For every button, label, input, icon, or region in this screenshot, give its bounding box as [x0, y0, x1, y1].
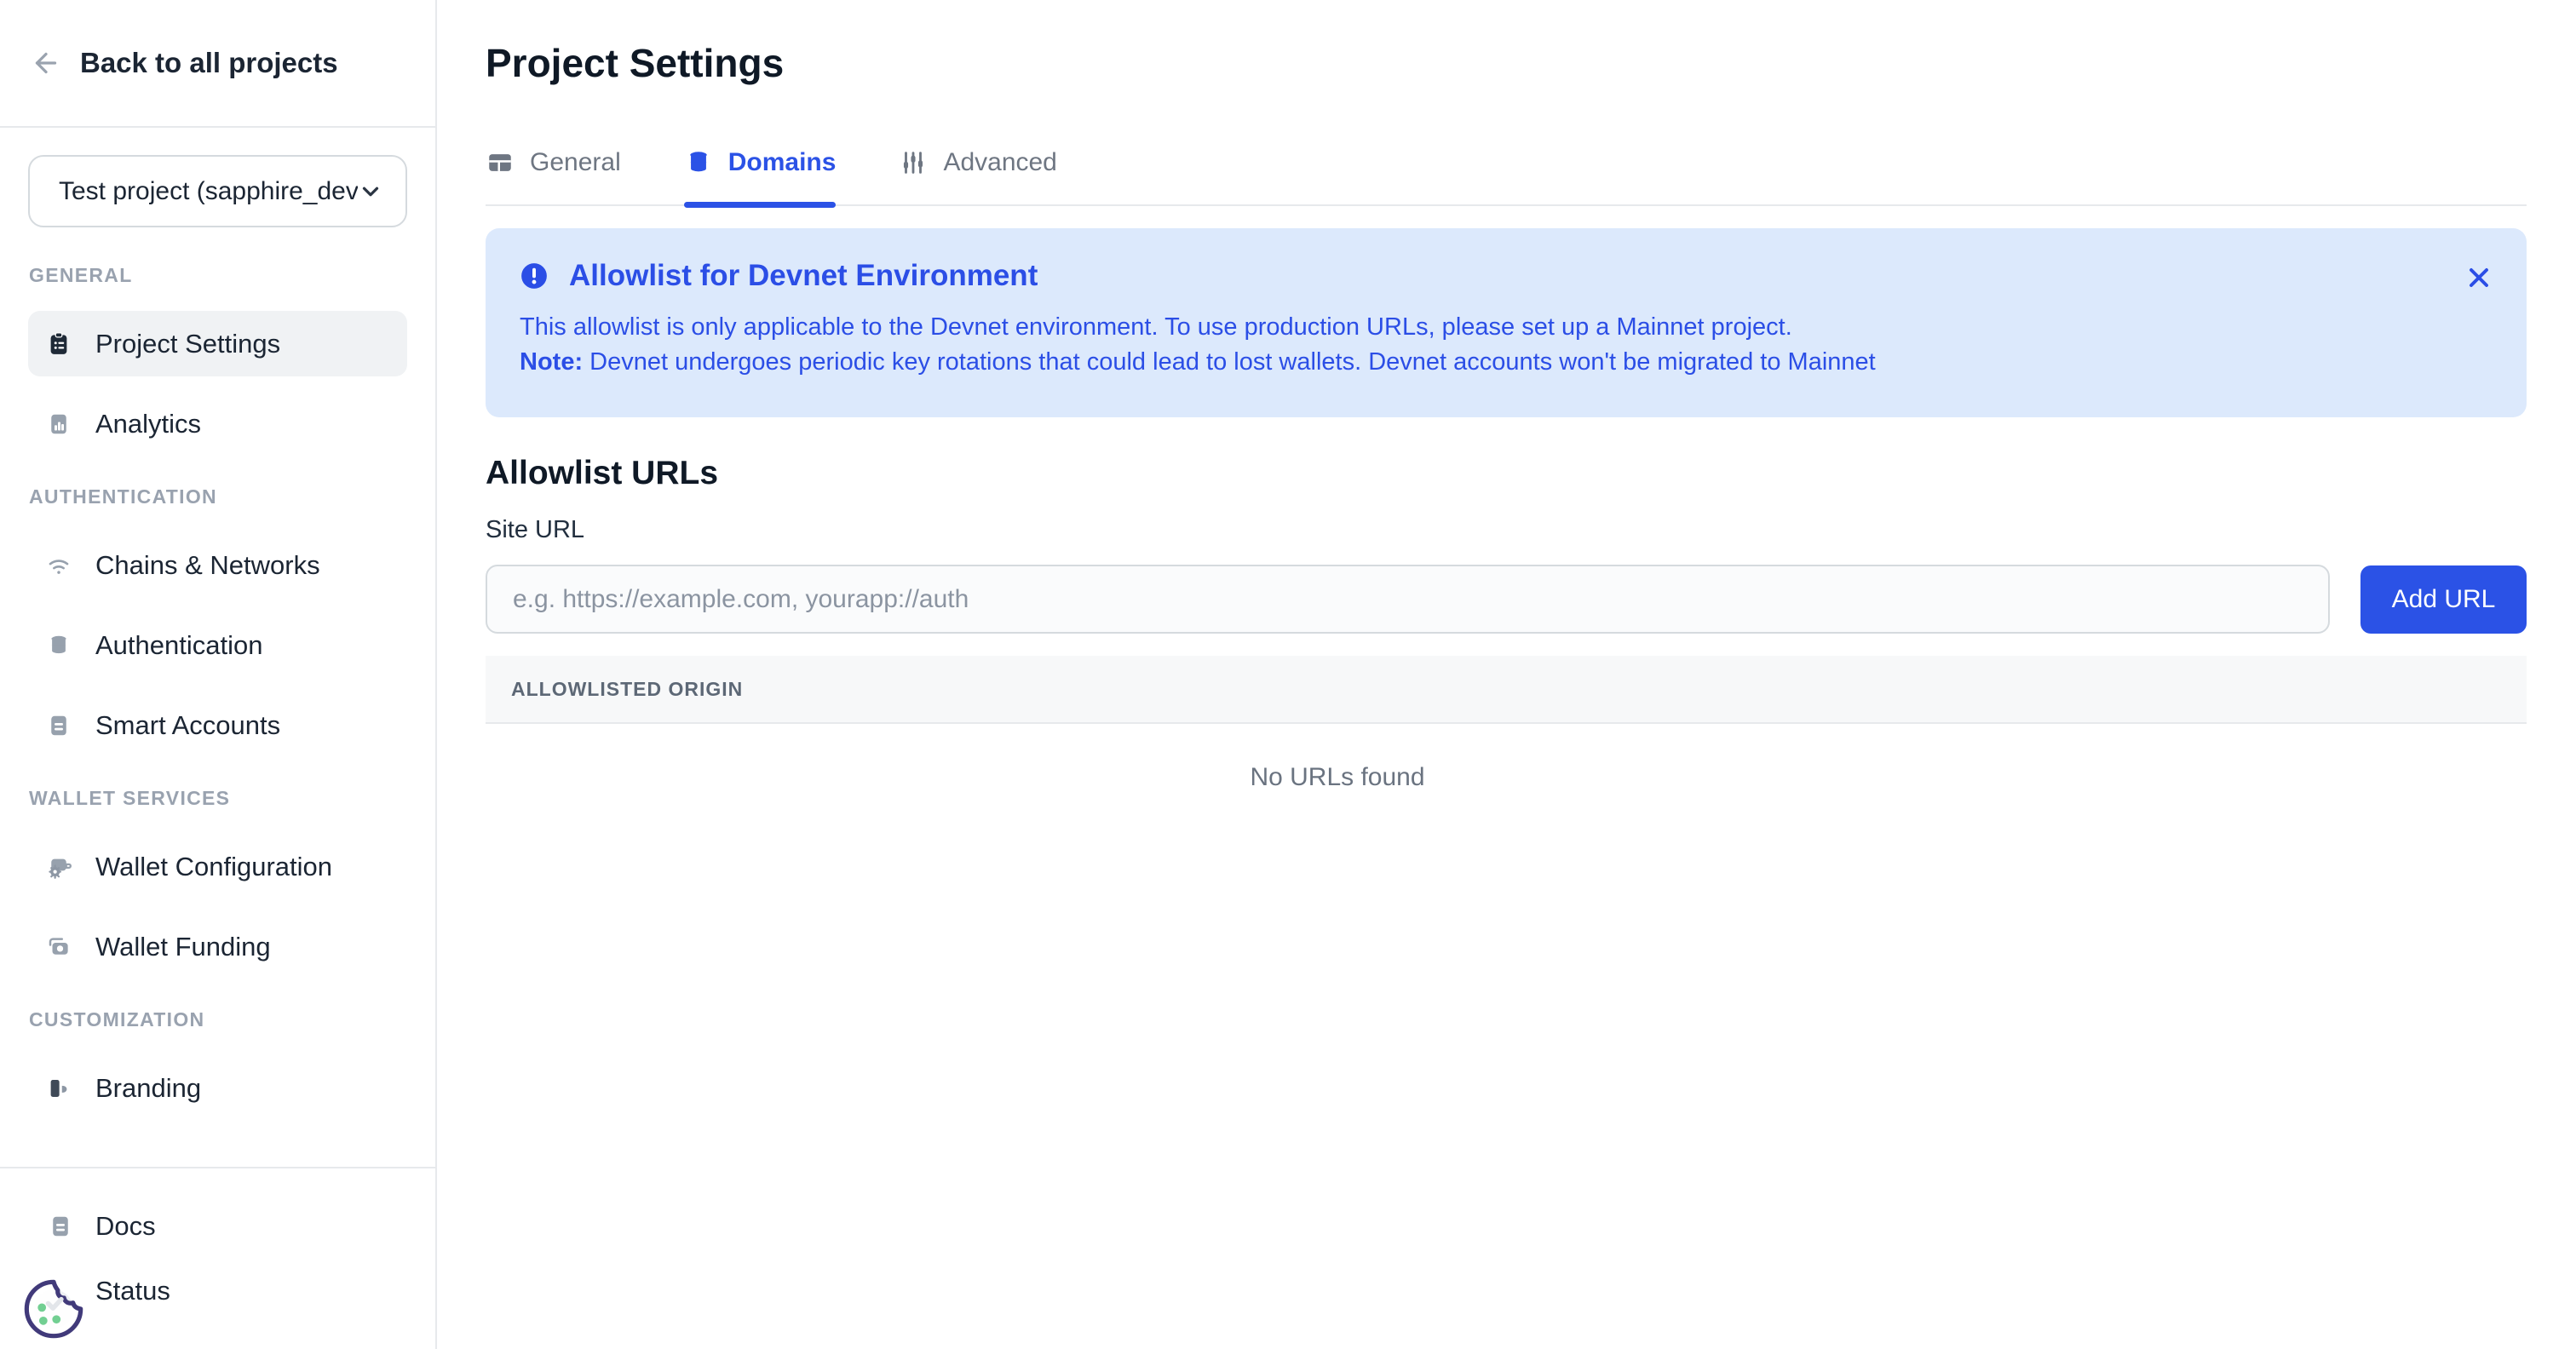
page-title: Project Settings — [486, 41, 2527, 85]
sidebar-item-authentication[interactable]: Authentication — [28, 612, 407, 678]
sidebar-item-label: Wallet Funding — [95, 932, 271, 962]
sliders-icon — [899, 148, 928, 177]
wifi-icon — [46, 553, 72, 578]
banner-close-button[interactable] — [2462, 261, 2496, 295]
add-url-button[interactable]: Add URL — [2360, 565, 2527, 634]
tab-advanced[interactable]: Advanced — [899, 148, 1056, 204]
sidebar-item-project-settings[interactable]: Project Settings — [28, 311, 407, 376]
document-icon — [48, 1214, 73, 1239]
banner-note-label: Note: — [520, 348, 583, 376]
tab-label: General — [530, 148, 621, 177]
tab-bar: General Domains Advanced — [486, 148, 2527, 206]
site-url-row: Add URL — [486, 565, 2527, 634]
sidebar-item-label: Analytics — [95, 409, 201, 439]
chevron-down-icon — [358, 179, 383, 204]
back-to-projects-label: Back to all projects — [80, 47, 338, 79]
project-selector-value: Test project (sapphire_dev) — [59, 177, 358, 206]
tab-label: Advanced — [943, 148, 1056, 177]
arrow-left-icon — [31, 48, 61, 78]
sidebar-scroll-area[interactable]: Test project (sapphire_dev) GENERAL Proj… — [0, 128, 435, 1121]
allowlisted-origin-column-header: ALLOWLISTED ORIGIN — [511, 678, 743, 701]
section-label-general: GENERAL — [29, 264, 407, 287]
sidebar-item-wallet-configuration[interactable]: Wallet Configuration — [28, 834, 407, 899]
sidebar-item-analytics[interactable]: Analytics — [28, 391, 407, 456]
section-label-authentication: AUTHENTICATION — [29, 485, 407, 508]
section-label-customization: CUSTOMIZATION — [29, 1008, 407, 1031]
section-label-wallet-services: WALLET SERVICES — [29, 787, 407, 810]
docs-link[interactable]: Docs — [28, 1194, 407, 1259]
sidebar-item-smart-accounts[interactable]: Smart Accounts — [28, 692, 407, 758]
sidebar-item-chains-networks[interactable]: Chains & Networks — [28, 532, 407, 598]
tab-label: Domains — [728, 148, 837, 177]
tab-domains[interactable]: Domains — [684, 148, 837, 204]
allowlist-table-header: ALLOWLISTED ORIGIN — [486, 656, 2527, 724]
banner-line-1: This allowlist is only applicable to the… — [520, 310, 2424, 345]
sidebar-item-label: Authentication — [95, 630, 262, 661]
status-label: Status — [95, 1276, 170, 1306]
sidebar-item-label: Wallet Configuration — [95, 852, 332, 882]
banner-title: Allowlist for Devnet Environment — [569, 259, 1038, 293]
banner-body: This allowlist is only applicable to the… — [520, 310, 2424, 380]
sidebar-item-label: Branding — [95, 1073, 201, 1104]
sidebar: Back to all projects Test project (sapph… — [0, 0, 437, 1349]
sidebar-item-label: Project Settings — [95, 329, 280, 359]
allowlist-heading: Allowlist URLs — [486, 455, 2527, 492]
sidebar-item-label: Chains & Networks — [95, 550, 320, 581]
branding-icon — [46, 1076, 72, 1101]
document-icon — [46, 713, 72, 738]
site-url-label: Site URL — [486, 516, 2527, 544]
clipboard-icon — [46, 331, 72, 357]
database-icon — [46, 633, 72, 658]
sidebar-item-wallet-funding[interactable]: Wallet Funding — [28, 914, 407, 979]
docs-label: Docs — [95, 1211, 156, 1242]
banner-line-2: Note: Devnet undergoes periodic key rota… — [520, 345, 2424, 380]
main-content: Project Settings General Domains Advance… — [437, 0, 2576, 1349]
banner-note-text: Devnet undergoes periodic key rotations … — [583, 348, 1876, 376]
site-url-input[interactable] — [486, 565, 2330, 634]
table-grid-icon — [486, 148, 515, 177]
alert-circle-icon — [520, 261, 549, 290]
analytics-file-icon — [46, 411, 72, 437]
database-icon — [684, 148, 713, 177]
devnet-allowlist-banner: Allowlist for Devnet Environment This al… — [486, 228, 2527, 417]
sidebar-item-label: Smart Accounts — [95, 710, 280, 741]
project-selector[interactable]: Test project (sapphire_dev) — [28, 155, 407, 227]
back-to-projects-button[interactable]: Back to all projects — [0, 0, 435, 128]
sidebar-item-branding[interactable]: Branding — [28, 1055, 407, 1121]
empty-state-message: No URLs found — [486, 763, 2189, 792]
wallet-gear-icon — [46, 854, 72, 880]
cookie-consent-icon[interactable] — [20, 1276, 87, 1342]
wallet-funding-icon — [46, 934, 72, 960]
tab-general[interactable]: General — [486, 148, 621, 204]
